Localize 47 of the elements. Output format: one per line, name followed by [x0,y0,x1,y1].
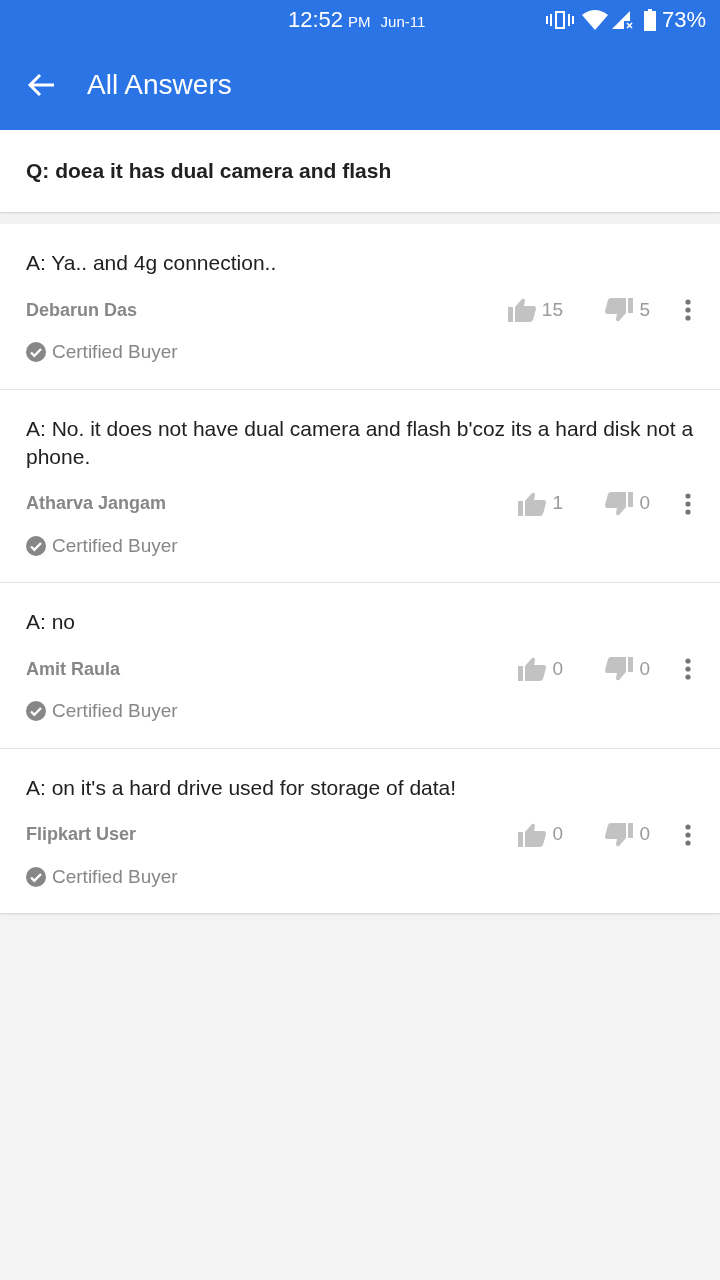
dislike-button[interactable]: 0 [590,489,650,518]
more-options-icon [685,492,691,515]
more-options-icon [685,823,691,846]
author-name: Debarun Das [26,298,139,322]
status-time: 12:52 [288,9,344,31]
wifi-icon [581,10,608,30]
thumbs-up-icon [518,491,547,516]
more-options-icon [685,299,691,321]
status-ampm: PM [348,14,371,29]
thumbs-down-icon [605,491,634,516]
author-name: Flipkart User [26,823,138,846]
certified-buyer-label: Certified Buyer [52,864,178,889]
like-button[interactable]: 15 [493,295,563,325]
author-name: Atharva Jangam [26,492,168,515]
certified-buyer-label: Certified Buyer [52,699,178,723]
check-circle-icon [26,701,46,722]
thumbs-up-icon [518,822,547,847]
battery-percent: 73% [661,9,706,31]
thumbs-down-icon [605,298,634,322]
thumbs-up-icon [518,657,547,681]
like-button[interactable]: 0 [493,654,563,684]
more-options-icon [685,658,691,680]
certified-buyer-label: Certified Buyer [52,533,178,558]
answer-text: A: on it's a hard drive used for storage of data! [26,774,458,801]
answer-text: A: No. it does not have dual camera and flash b'coz its a hard disk not a phone. [26,415,695,470]
thumbs-up-icon [507,298,536,322]
dislike-button[interactable]: 0 [590,654,650,684]
cell-signal-icon [611,10,634,30]
status-date: Jun-11 [380,14,426,29]
check-circle-icon [26,342,46,363]
back-arrow-icon [27,73,55,97]
battery-icon [643,9,656,31]
author-name: Amit Raula [26,657,122,681]
like-button[interactable]: 0 [493,820,563,849]
check-circle-icon [26,866,46,887]
vibrate-icon [545,10,574,30]
answer-text: A: no [26,609,77,635]
like-button[interactable]: 1 [493,489,563,518]
dislike-button[interactable]: 5 [590,295,650,325]
thumbs-down-icon [605,822,634,847]
answer-text: A: Ya.. and 4g connection.. [26,250,278,276]
thumbs-down-icon [605,657,634,681]
dislike-button[interactable]: 0 [590,820,650,849]
question-text: Q: doea it has dual camera and flash [26,158,392,185]
certified-buyer-label: Certified Buyer [52,340,178,364]
check-circle-icon [26,535,46,556]
page-title: All Answers [87,68,232,102]
